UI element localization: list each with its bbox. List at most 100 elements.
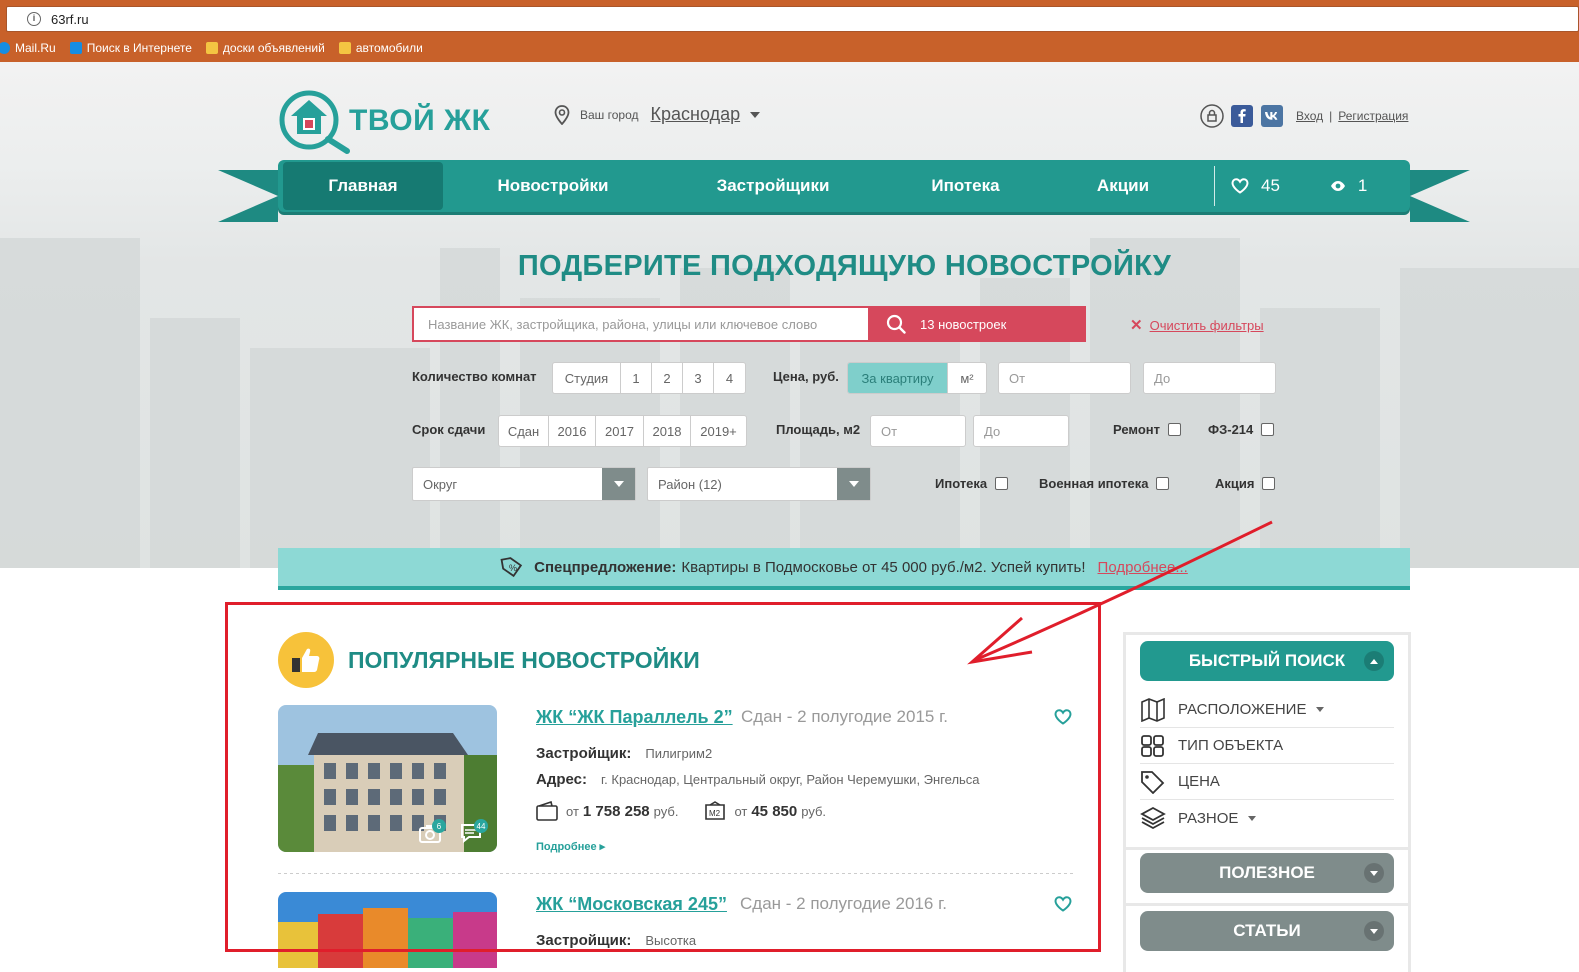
area-label: Площадь, м2 bbox=[776, 422, 861, 437]
city-label: Ваш город bbox=[580, 107, 639, 122]
heart-icon[interactable] bbox=[1054, 896, 1072, 912]
price-mode-sqm[interactable]: м² bbox=[948, 363, 986, 393]
chevron-down-icon bbox=[1316, 707, 1325, 712]
checkbox[interactable] bbox=[995, 477, 1009, 490]
listing-prices: от 1 758 258 руб. M2 от 45 850 руб. bbox=[536, 801, 826, 821]
views-counter[interactable]: 1 bbox=[1330, 176, 1367, 196]
chevron-down-icon[interactable] bbox=[837, 468, 870, 500]
nav-mortgage[interactable]: Ипотека bbox=[883, 162, 1048, 210]
bookmark-cars[interactable]: автомобили bbox=[338, 41, 423, 55]
vk-icon[interactable] bbox=[1260, 104, 1284, 128]
district-select[interactable]: Округ bbox=[412, 467, 636, 501]
sidebar-item-location[interactable]: РАСПОЛОЖЕНИЕ bbox=[1140, 692, 1394, 728]
price-to-input[interactable]: До bbox=[1143, 362, 1276, 394]
room-option-4[interactable]: 4 bbox=[714, 363, 745, 393]
promo-checkbox[interactable]: Акция bbox=[1215, 476, 1276, 491]
repair-checkbox[interactable]: Ремонт bbox=[1113, 422, 1182, 437]
chevron-up-icon[interactable] bbox=[1364, 651, 1384, 671]
nav-ribbon-left bbox=[218, 170, 278, 222]
area-from-input[interactable]: От bbox=[870, 415, 966, 447]
search-input[interactable]: Название ЖК, застройщика, района, улицы … bbox=[412, 306, 868, 342]
sidebar-separator bbox=[1126, 847, 1408, 850]
city-value[interactable]: Краснодар bbox=[651, 104, 741, 125]
listing-address: Адрес: г. Краснодар, Центральный округ, Р… bbox=[536, 771, 980, 788]
nav-home[interactable]: Главная bbox=[283, 162, 443, 210]
listing-title[interactable]: ЖК “Московская 245” bbox=[536, 894, 727, 915]
nav-promotions[interactable]: Акции bbox=[1048, 162, 1198, 210]
folder-icon bbox=[205, 42, 218, 54]
military-mortgage-checkbox[interactable]: Военная ипотека bbox=[1039, 476, 1170, 491]
rooms-label: Количество комнат bbox=[412, 369, 537, 384]
area-select[interactable]: Район (12) bbox=[647, 467, 871, 501]
facebook-icon[interactable] bbox=[1230, 104, 1254, 128]
listing-photo[interactable] bbox=[278, 892, 497, 968]
address-bar[interactable]: i 63rf.ru bbox=[6, 6, 1579, 32]
deadline-2018[interactable]: 2018 bbox=[644, 416, 691, 446]
site-info-icon[interactable]: i bbox=[27, 12, 41, 26]
useful-button[interactable]: ПОЛЕЗНОЕ bbox=[1140, 853, 1394, 893]
checkbox[interactable] bbox=[1156, 477, 1170, 490]
room-option-2[interactable]: 2 bbox=[652, 363, 683, 393]
nav-developers[interactable]: Застройщики bbox=[663, 162, 883, 210]
search-button[interactable]: 13 новостроек bbox=[868, 306, 1086, 342]
popular-heading: ПОПУЛЯРНЫЕ НОВОСТРОЙКИ bbox=[278, 632, 700, 688]
auth-separator: | bbox=[1329, 109, 1333, 123]
listing-card: ЖК “Московская 245” Сдан - 2 полугодие 2… bbox=[278, 892, 1074, 968]
chevron-down-icon[interactable] bbox=[1364, 863, 1384, 883]
price-tag-icon bbox=[1141, 770, 1165, 794]
login-link[interactable]: Вход bbox=[1296, 109, 1323, 123]
heart-icon[interactable] bbox=[1054, 709, 1072, 725]
nav-ribbon-right bbox=[1410, 170, 1470, 222]
articles-button[interactable]: СТАТЬИ bbox=[1140, 911, 1394, 951]
fz214-checkbox[interactable]: ФЗ-214 bbox=[1208, 422, 1275, 437]
bookmark-boards[interactable]: доски объявлений bbox=[205, 41, 325, 55]
listing-status: Сдан - 2 полугодие 2015 г. bbox=[741, 707, 948, 726]
register-link[interactable]: Регистрация bbox=[1338, 109, 1408, 123]
chevron-right-icon: ▸ bbox=[599, 841, 606, 853]
clear-filters-link[interactable]: Очистить фильтры bbox=[1150, 318, 1264, 333]
annotation-arrow-icon bbox=[967, 520, 1273, 665]
listing-title[interactable]: ЖК “ЖК Параллель 2” bbox=[536, 707, 733, 728]
checkbox[interactable] bbox=[1262, 477, 1276, 490]
lock-icon[interactable] bbox=[1200, 104, 1224, 128]
room-option-studio[interactable]: Студия bbox=[553, 363, 621, 393]
favorites-counter[interactable]: 45 bbox=[1231, 176, 1280, 196]
room-option-3[interactable]: 3 bbox=[683, 363, 714, 393]
deadline-selector: Сдан 2016 2017 2018 2019+ bbox=[498, 415, 747, 447]
bookmark-search[interactable]: Поиск в Интернете bbox=[69, 41, 192, 55]
browser-chrome: i 63rf.ru Mail.Ru Поиск в Интернете доск… bbox=[0, 0, 1579, 62]
price-label: Цена, руб. bbox=[773, 369, 839, 384]
listing-more-link[interactable]: Подробнее ▸ bbox=[536, 840, 605, 853]
chevron-down-icon[interactable] bbox=[1364, 921, 1384, 941]
discount-tag-icon: % bbox=[500, 557, 523, 578]
mortgage-checkbox[interactable]: Ипотека bbox=[935, 476, 1009, 491]
deadline-2017[interactable]: 2017 bbox=[596, 416, 644, 446]
checkbox[interactable] bbox=[1168, 423, 1182, 436]
listing-sqm-price: 45 850 bbox=[751, 802, 798, 820]
rooms-selector: Студия 1 2 3 4 bbox=[552, 362, 746, 394]
nav-new-buildings[interactable]: Новостройки bbox=[443, 162, 663, 210]
favorites-count: 45 bbox=[1261, 176, 1280, 195]
chevron-down-icon[interactable] bbox=[750, 111, 761, 118]
price-mode-total[interactable]: За квартиру bbox=[848, 363, 948, 393]
checkbox[interactable] bbox=[1261, 423, 1275, 436]
sidebar-item-price[interactable]: ЦЕНА bbox=[1140, 764, 1394, 800]
room-option-1[interactable]: 1 bbox=[621, 363, 652, 393]
clear-filters[interactable]: ✕ Очистить фильтры bbox=[1130, 316, 1264, 334]
deadline-2019-plus[interactable]: 2019+ bbox=[691, 416, 746, 446]
photos-count-badge: 6 bbox=[432, 819, 446, 833]
deadline-2016[interactable]: 2016 bbox=[549, 416, 596, 446]
deadline-done[interactable]: Сдан bbox=[499, 416, 549, 446]
city-selector[interactable]: Ваш город Краснодар bbox=[554, 104, 761, 125]
sidebar-item-object-type[interactable]: ТИП ОБЪЕКТА bbox=[1140, 728, 1394, 764]
site-logo[interactable]: ТВОЙ ЖК bbox=[277, 88, 490, 154]
special-offer-label: Спецпредложение: bbox=[534, 558, 677, 576]
sidebar-separator bbox=[1126, 903, 1408, 906]
square-meter-icon: M2 bbox=[705, 801, 726, 820]
location-pin-icon bbox=[554, 104, 570, 125]
area-to-input[interactable]: До bbox=[973, 415, 1069, 447]
chevron-down-icon[interactable] bbox=[602, 468, 635, 500]
bookmark-mailru[interactable]: Mail.Ru bbox=[0, 41, 56, 55]
price-from-input[interactable]: От bbox=[998, 362, 1131, 394]
sidebar-item-misc[interactable]: РАЗНОЕ bbox=[1140, 800, 1394, 836]
